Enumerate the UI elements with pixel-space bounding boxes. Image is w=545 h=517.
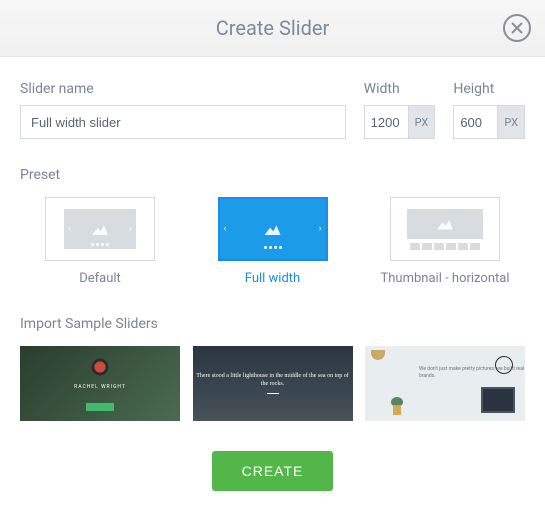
preset-thumbnail-preview — [390, 197, 500, 261]
close-button[interactable] — [503, 14, 531, 42]
sample-title: There stood a little lighthouse in the m… — [193, 373, 353, 389]
thumbnail-strip — [410, 243, 480, 250]
chevron-left-icon: ‹ — [68, 224, 71, 234]
image-icon — [92, 223, 108, 235]
sample-title: RACHEL WRIGHT — [74, 384, 126, 390]
preset-default-label: Default — [79, 271, 121, 286]
chevron-right-icon: › — [129, 224, 132, 234]
form-row: Slider name Width PX Height PX — [20, 81, 525, 139]
create-button-wrap: CREATE — [20, 451, 525, 491]
preset-default[interactable]: ‹ › Default — [20, 197, 180, 286]
sample-office[interactable]: We don't just make pretty pictures, we b… — [365, 346, 525, 421]
sample-title: We don't just make pretty pictures, we b… — [419, 366, 525, 380]
pagination-dots — [264, 246, 282, 249]
slider-name-group: Slider name — [20, 81, 346, 139]
divider — [267, 393, 279, 394]
slider-name-input[interactable] — [20, 105, 346, 139]
sample-row: RACHEL WRIGHT There stood a little light… — [20, 346, 525, 421]
sample-lighthouse[interactable]: There stood a little lighthouse in the m… — [193, 346, 353, 421]
slider-name-label: Slider name — [20, 81, 346, 97]
preset-fullwidth[interactable]: ‹ › Full width — [193, 197, 353, 286]
width-unit: PX — [408, 105, 436, 139]
sample-cta — [86, 403, 114, 411]
preset-section-label: Preset — [20, 167, 525, 183]
preset-default-preview: ‹ › — [45, 197, 155, 261]
height-label: Height — [453, 81, 525, 97]
modal-header: Create Slider — [0, 0, 545, 57]
preset-thumbnail-label: Thumbnail - horizontal — [381, 271, 510, 286]
chevron-left-icon: ‹ — [224, 224, 227, 234]
chevron-right-icon: › — [319, 224, 322, 234]
width-group: Width PX — [364, 81, 436, 139]
pagination-dots — [91, 243, 109, 246]
height-unit: PX — [497, 105, 525, 139]
sample-photographer[interactable]: RACHEL WRIGHT — [20, 346, 180, 421]
preset-fullwidth-label: Full width — [245, 271, 300, 286]
pot-icon — [393, 405, 401, 415]
modal-body: Slider name Width PX Height PX Preset ‹ — [0, 57, 545, 509]
create-button[interactable]: CREATE — [212, 451, 334, 491]
preset-row: ‹ › Default ‹ › Full width — [20, 197, 525, 286]
close-icon — [510, 21, 524, 35]
image-icon — [265, 223, 281, 235]
import-section-label: Import Sample Sliders — [20, 316, 525, 332]
preset-fullwidth-preview: ‹ › — [218, 197, 328, 261]
width-label: Width — [364, 81, 436, 97]
height-input[interactable] — [453, 105, 497, 139]
modal-title: Create Slider — [20, 16, 525, 40]
width-wrap: PX — [364, 105, 436, 139]
preset-thumbnail[interactable]: Thumbnail - horizontal — [365, 197, 525, 286]
height-group: Height PX — [453, 81, 525, 139]
image-icon — [437, 218, 453, 230]
width-input[interactable] — [364, 105, 408, 139]
lamp-icon — [371, 350, 385, 360]
height-wrap: PX — [453, 105, 525, 139]
